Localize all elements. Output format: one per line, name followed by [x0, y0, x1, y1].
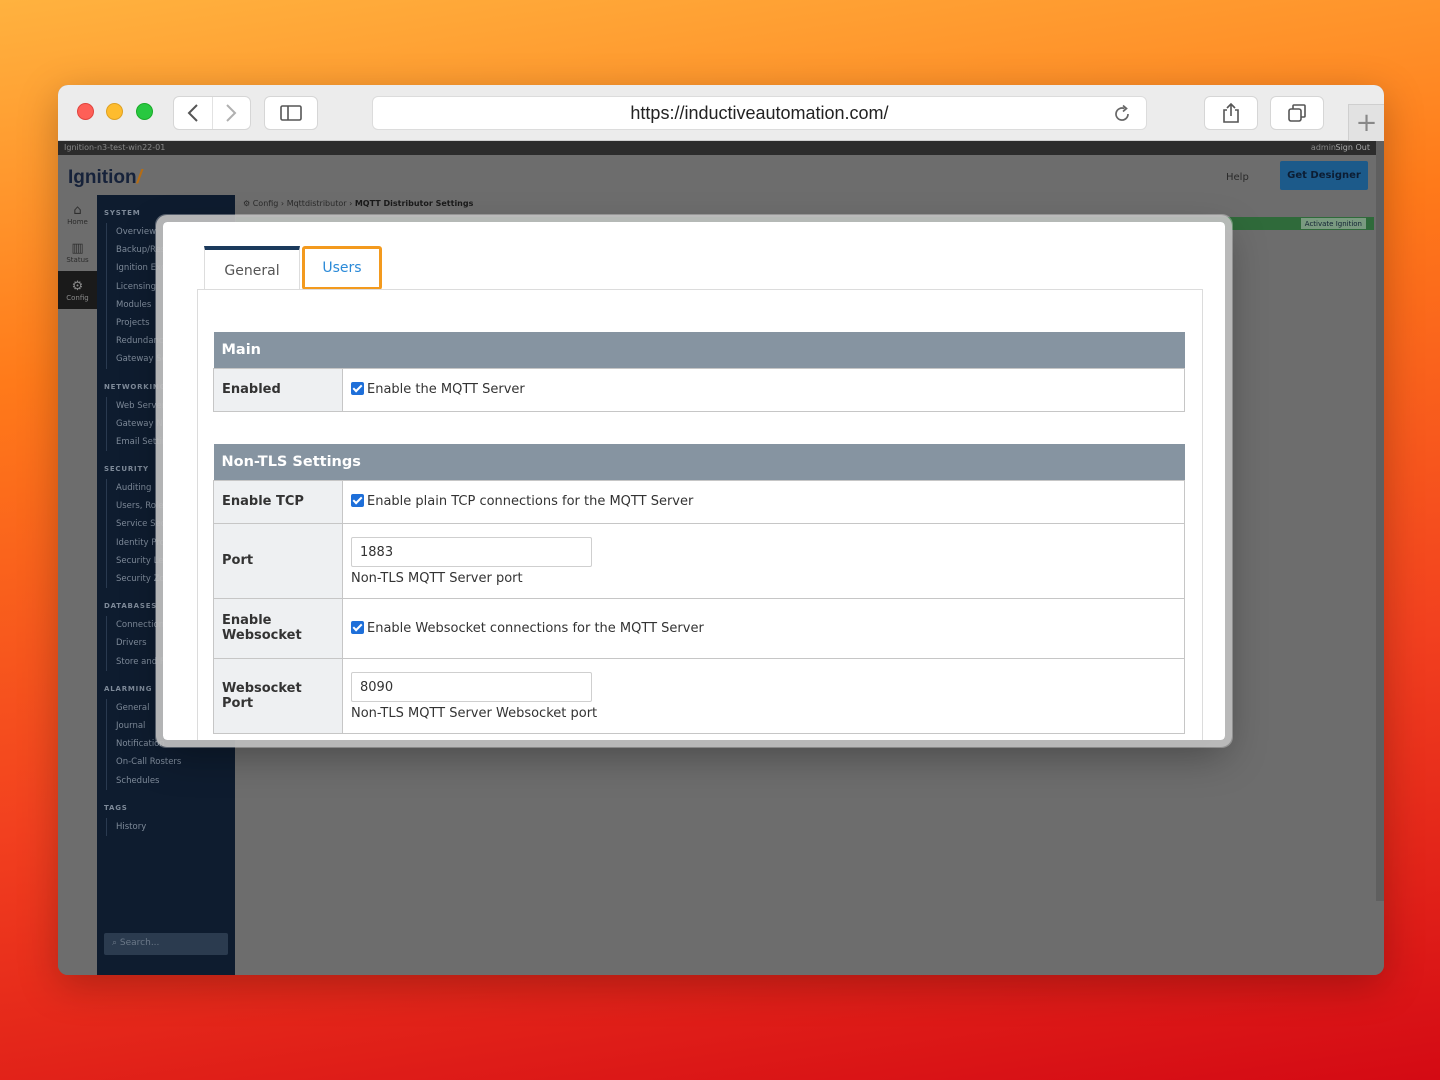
icon-nav: ⌂Home ▥Status ⚙Config: [58, 195, 97, 975]
breadcrumb-mqttdistributor[interactable]: Mqttdistributor: [287, 199, 347, 208]
breadcrumb-current: MQTT Distributor Settings: [355, 199, 474, 208]
sidebar-item[interactable]: Schedules: [107, 772, 235, 790]
help-link[interactable]: Help: [1226, 172, 1249, 183]
breadcrumb: ⚙ Config › Mqttdistributor › MQTT Distri…: [243, 199, 473, 208]
close-window-button[interactable]: [77, 103, 94, 120]
get-designer-button[interactable]: Get Designer: [1280, 161, 1368, 190]
current-user[interactable]: admin: [1311, 143, 1336, 152]
enable-websocket-label: EnableWebsocket: [214, 598, 343, 658]
sidebar-item[interactable]: History: [107, 818, 235, 836]
minimize-window-button[interactable]: [106, 103, 123, 120]
section-header-non-tls: Non-TLS Settings: [214, 444, 1185, 480]
gear-icon: ⚙: [72, 279, 84, 294]
main-settings-table: Main Enabled Enable the MQTT Server: [213, 332, 1185, 412]
breadcrumb-config[interactable]: Config: [253, 199, 279, 208]
tab-general[interactable]: General: [204, 246, 300, 290]
new-tab-button[interactable]: +: [1348, 104, 1384, 141]
enable-tcp-label: Enable TCP: [214, 480, 343, 523]
zoom-window-button[interactable]: [136, 103, 153, 120]
section-header-main: Main: [214, 332, 1185, 368]
browser-toolbar: https://inductiveautomation.com/ +: [58, 85, 1384, 141]
enabled-field: Enable the MQTT Server: [343, 368, 1185, 411]
enable-tcp-text: Enable plain TCP connections for the MQT…: [367, 494, 693, 509]
url-text: https://inductiveautomation.com/: [630, 103, 888, 124]
port-input[interactable]: [351, 537, 592, 567]
port-help-text: Non-TLS MQTT Server port: [351, 571, 1176, 586]
sidebar-icon: [280, 105, 302, 121]
settings-tabs: General Users: [204, 246, 382, 290]
forward-button[interactable]: [212, 97, 250, 129]
non-tls-settings-table: Non-TLS Settings Enable TCP Enable plain…: [213, 444, 1185, 734]
gateway-hostname: Ignition-n3-test-win22-01: [64, 143, 165, 152]
gateway-header: Ignition/ Help Get Designer: [58, 155, 1376, 195]
port-field: Non-TLS MQTT Server port: [343, 523, 1185, 598]
section-system: SYSTEM: [104, 209, 235, 217]
enabled-checkbox[interactable]: [351, 382, 364, 395]
back-button[interactable]: [174, 97, 212, 129]
websocket-port-field: Non-TLS MQTT Server Websocket port: [343, 658, 1185, 733]
home-icon: ⌂: [73, 203, 81, 218]
websocket-port-label: Websocket Port: [214, 658, 343, 733]
history-nav: [173, 96, 251, 130]
tabs-overview-button[interactable]: [1270, 96, 1324, 130]
enable-tcp-checkbox[interactable]: [351, 494, 364, 507]
enable-tcp-field: Enable plain TCP connections for the MQT…: [343, 480, 1185, 523]
plus-icon: +: [1356, 108, 1378, 138]
gear-icon: ⚙: [243, 199, 253, 208]
reload-icon[interactable]: [1112, 104, 1132, 124]
zoomed-settings-panel: General Users Main Enabled Enable the MQ…: [163, 222, 1225, 740]
enable-websocket-text: Enable Websocket connections for the MQT…: [367, 621, 704, 636]
bar-chart-icon: ▥: [71, 241, 83, 256]
chevron-left-icon: [187, 104, 199, 122]
enable-websocket-checkbox[interactable]: [351, 621, 364, 634]
enable-websocket-field: Enable Websocket connections for the MQT…: [343, 598, 1185, 658]
websocket-port-input[interactable]: [351, 672, 592, 702]
sidebar-search-input[interactable]: ⌕ Search...: [104, 933, 228, 955]
nav-config[interactable]: ⚙Config: [58, 271, 97, 309]
address-bar[interactable]: https://inductiveautomation.com/: [372, 96, 1147, 130]
enabled-label: Enabled: [214, 368, 343, 411]
sign-out-link[interactable]: Sign Out: [1336, 143, 1371, 152]
activate-ignition-button[interactable]: Activate Ignition: [1301, 218, 1366, 229]
search-icon: ⌕: [112, 938, 120, 948]
tab-users[interactable]: Users: [302, 246, 382, 290]
gateway-topstrip: Ignition-n3-test-win22-01 admin Sign Out: [58, 141, 1384, 155]
port-label: Port: [214, 523, 343, 598]
nav-status[interactable]: ▥Status: [58, 233, 97, 271]
sidebar-toggle-button[interactable]: [264, 96, 318, 130]
tabs-icon: [1287, 103, 1307, 123]
share-button[interactable]: [1204, 96, 1258, 130]
ignition-logo[interactable]: Ignition/: [68, 167, 142, 189]
share-icon: [1222, 102, 1240, 124]
chevron-right-icon: [225, 104, 237, 122]
sidebar-item[interactable]: On-Call Rosters: [107, 753, 235, 771]
enabled-text: Enable the MQTT Server: [367, 382, 525, 397]
section-tags: TAGS: [104, 804, 235, 812]
websocket-port-help-text: Non-TLS MQTT Server Websocket port: [351, 706, 1176, 721]
page-scrollbar[interactable]: [1376, 141, 1384, 901]
nav-home[interactable]: ⌂Home: [58, 195, 97, 233]
